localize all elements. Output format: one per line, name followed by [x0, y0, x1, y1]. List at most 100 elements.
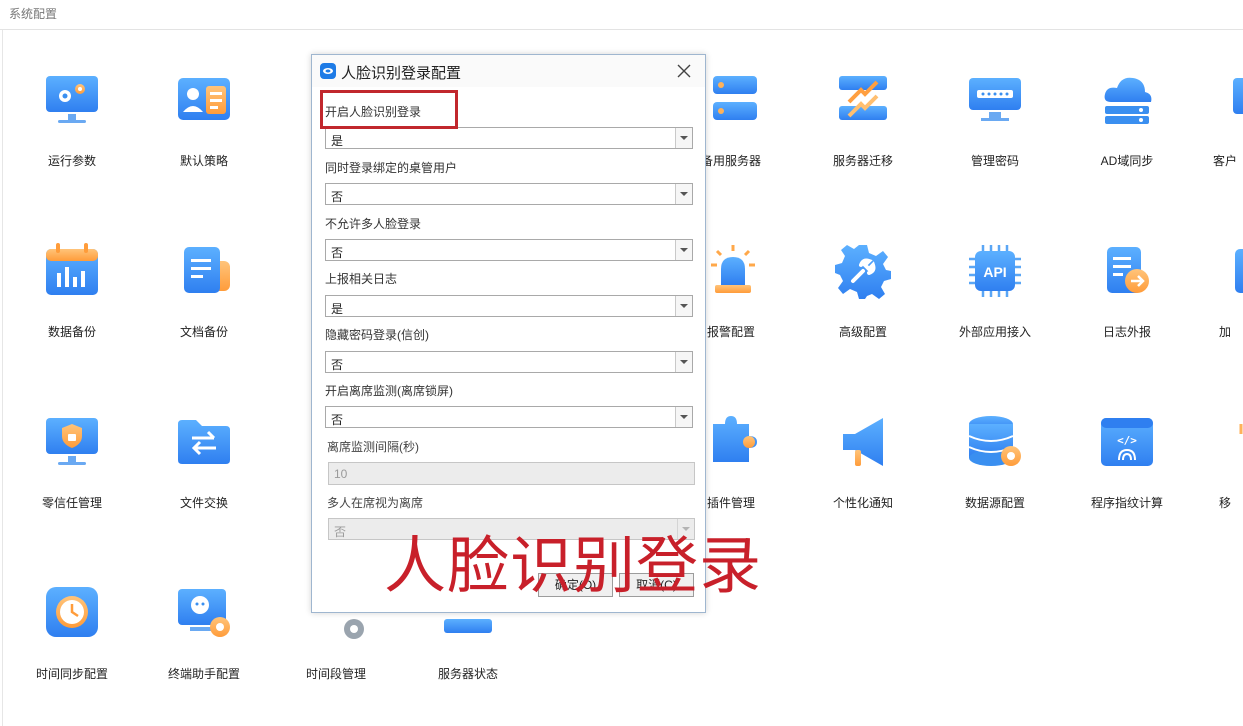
- log-export-icon: [1107, 247, 1149, 293]
- tile-datasource[interactable]: 数据源配置: [940, 414, 1050, 544]
- tile-label: 文件交换: [179, 496, 228, 510]
- chevron-down-icon[interactable]: [675, 296, 692, 316]
- tile-zero-trust[interactable]: 零信任管理: [17, 414, 127, 544]
- folder-exchange-icon: [178, 420, 230, 464]
- tile-data-backup[interactable]: 数据备份: [17, 243, 127, 373]
- select-value: 是: [331, 302, 344, 316]
- away-interval-input: 10: [328, 462, 695, 485]
- select-value: 是: [331, 134, 344, 148]
- tile-label: 数据备份: [47, 325, 96, 339]
- chevron-down-icon[interactable]: [675, 128, 692, 148]
- hide-password-login-select[interactable]: 否: [325, 351, 693, 373]
- tile-label: 客户: [1212, 154, 1237, 168]
- input-value: 10: [334, 467, 348, 481]
- tile-client[interactable]: 客户: [1204, 72, 1243, 202]
- svg-text:</>: </>: [1117, 434, 1137, 447]
- select-value: 否: [331, 190, 344, 204]
- dialog-titlebar[interactable]: 人脸识别登录配置: [312, 55, 705, 87]
- password-box-icon: [969, 78, 1021, 121]
- field-label-report-logs: 上报相关日志: [325, 272, 398, 286]
- tile-label: 运行参数: [47, 154, 96, 168]
- tile-admin-password[interactable]: 管理密码: [940, 72, 1050, 202]
- close-icon[interactable]: [673, 60, 695, 82]
- tile-label: 高级配置: [838, 325, 887, 339]
- page-left-border: [2, 30, 3, 726]
- tile-log-export[interactable]: 日志外报: [1072, 243, 1182, 373]
- megaphone-icon: [843, 418, 883, 466]
- clock-icon: [46, 587, 98, 637]
- enable-face-login-select[interactable]: 是: [325, 127, 693, 149]
- annotation-overlay-text: 人脸识别登录: [384, 529, 763, 602]
- chevron-down-icon[interactable]: [675, 184, 692, 204]
- tile-doc-backup[interactable]: 文档备份: [149, 243, 259, 373]
- add-icon: [1235, 249, 1243, 293]
- away-detection-select[interactable]: 否: [325, 406, 693, 428]
- id-card-icon: [178, 78, 230, 120]
- server-migrate-icon: [839, 76, 887, 120]
- database-gear-icon: [968, 416, 1021, 466]
- api-chip-icon: API: [969, 245, 1021, 297]
- tile-file-exchange[interactable]: 文件交换: [149, 414, 259, 544]
- field-label-multi-person-away: 多人在席视为离席: [327, 496, 424, 510]
- tile-label: 外部应用接入: [958, 325, 1031, 339]
- tile-label: 数据源配置: [964, 496, 1025, 510]
- tile-label: 终端助手配置: [167, 667, 240, 681]
- client-icon: [1233, 78, 1243, 114]
- chevron-down-icon[interactable]: [675, 352, 692, 372]
- tile-label: AD域同步: [1100, 154, 1154, 168]
- tile-label: 零信任管理: [41, 496, 102, 510]
- field-label-hide-password-login: 隐藏密码登录(信创): [325, 328, 429, 342]
- page-header: 系统配置: [0, 0, 1243, 30]
- tile-fingerprint[interactable]: </> 程序指纹计算: [1072, 414, 1182, 544]
- tile-label: 加: [1218, 325, 1231, 339]
- move-icon: [1239, 424, 1243, 434]
- tile-label: 服务器迁移: [832, 154, 893, 168]
- assistant-gear-icon: [178, 589, 230, 637]
- monitor-gear-icon: [46, 76, 98, 123]
- tile-add[interactable]: 加: [1204, 243, 1243, 373]
- tile-label: 程序指纹计算: [1090, 496, 1163, 510]
- tile-external-app[interactable]: API 外部应用接入: [940, 243, 1050, 373]
- tile-run-params[interactable]: 运行参数: [17, 72, 127, 202]
- field-label-away-interval: 离席监测间隔(秒): [327, 440, 419, 454]
- tile-label: 时间段管理: [305, 667, 366, 681]
- report-logs-select[interactable]: 是: [325, 295, 693, 317]
- chevron-down-icon[interactable]: [675, 240, 692, 260]
- field-label-bind-desktop-user: 同时登录绑定的桌管用户: [325, 161, 458, 175]
- page-title: 系统配置: [9, 7, 58, 21]
- server-stack-icon: [713, 76, 757, 120]
- tile-label: 文档备份: [179, 325, 228, 339]
- bind-desktop-user-select[interactable]: 否: [325, 183, 693, 205]
- annotation-highlight-box: [320, 90, 458, 129]
- alarm-light-icon: [711, 245, 755, 293]
- select-value: 否: [331, 413, 344, 427]
- tile-label: 个性化通知: [832, 496, 893, 510]
- disallow-multi-face-select[interactable]: 否: [325, 239, 693, 261]
- tile-default-policy[interactable]: 默认策略: [149, 72, 259, 202]
- tile-label: 日志外报: [1102, 325, 1151, 339]
- tile-server-migrate[interactable]: 服务器迁移: [808, 72, 918, 202]
- document-icon: [184, 247, 230, 293]
- calendar-chart-icon: [46, 243, 98, 295]
- tile-personal-notify[interactable]: 个性化通知: [808, 414, 918, 544]
- gear-wrench-icon: [835, 245, 891, 299]
- app-logo-icon: [320, 63, 336, 79]
- field-label-disallow-multi-face: 不允许多人脸登录: [325, 217, 422, 231]
- tile-time-sync[interactable]: 时间同步配置: [17, 585, 127, 715]
- tile-label: 移: [1218, 496, 1231, 510]
- tile-terminal-assistant[interactable]: 终端助手配置: [149, 585, 259, 715]
- tile-advanced-config[interactable]: 高级配置: [808, 243, 918, 373]
- field-label-away-detection: 开启离席监测(离席锁屏): [325, 384, 453, 398]
- code-fingerprint-icon: </>: [1101, 418, 1153, 466]
- tile-label: 默认策略: [179, 154, 228, 168]
- chevron-down-icon[interactable]: [675, 407, 692, 427]
- svg-text:API: API: [983, 264, 1006, 280]
- tile-ad-sync[interactable]: AD域同步: [1072, 72, 1182, 202]
- select-value: 否: [331, 246, 344, 260]
- cloud-server-icon: [1104, 77, 1152, 124]
- puzzle-icon: [713, 416, 757, 462]
- tile-label: 服务器状态: [437, 667, 498, 681]
- select-value: 否: [331, 358, 344, 372]
- tile-label: 时间同步配置: [35, 667, 108, 681]
- tile-move[interactable]: 移: [1204, 414, 1243, 544]
